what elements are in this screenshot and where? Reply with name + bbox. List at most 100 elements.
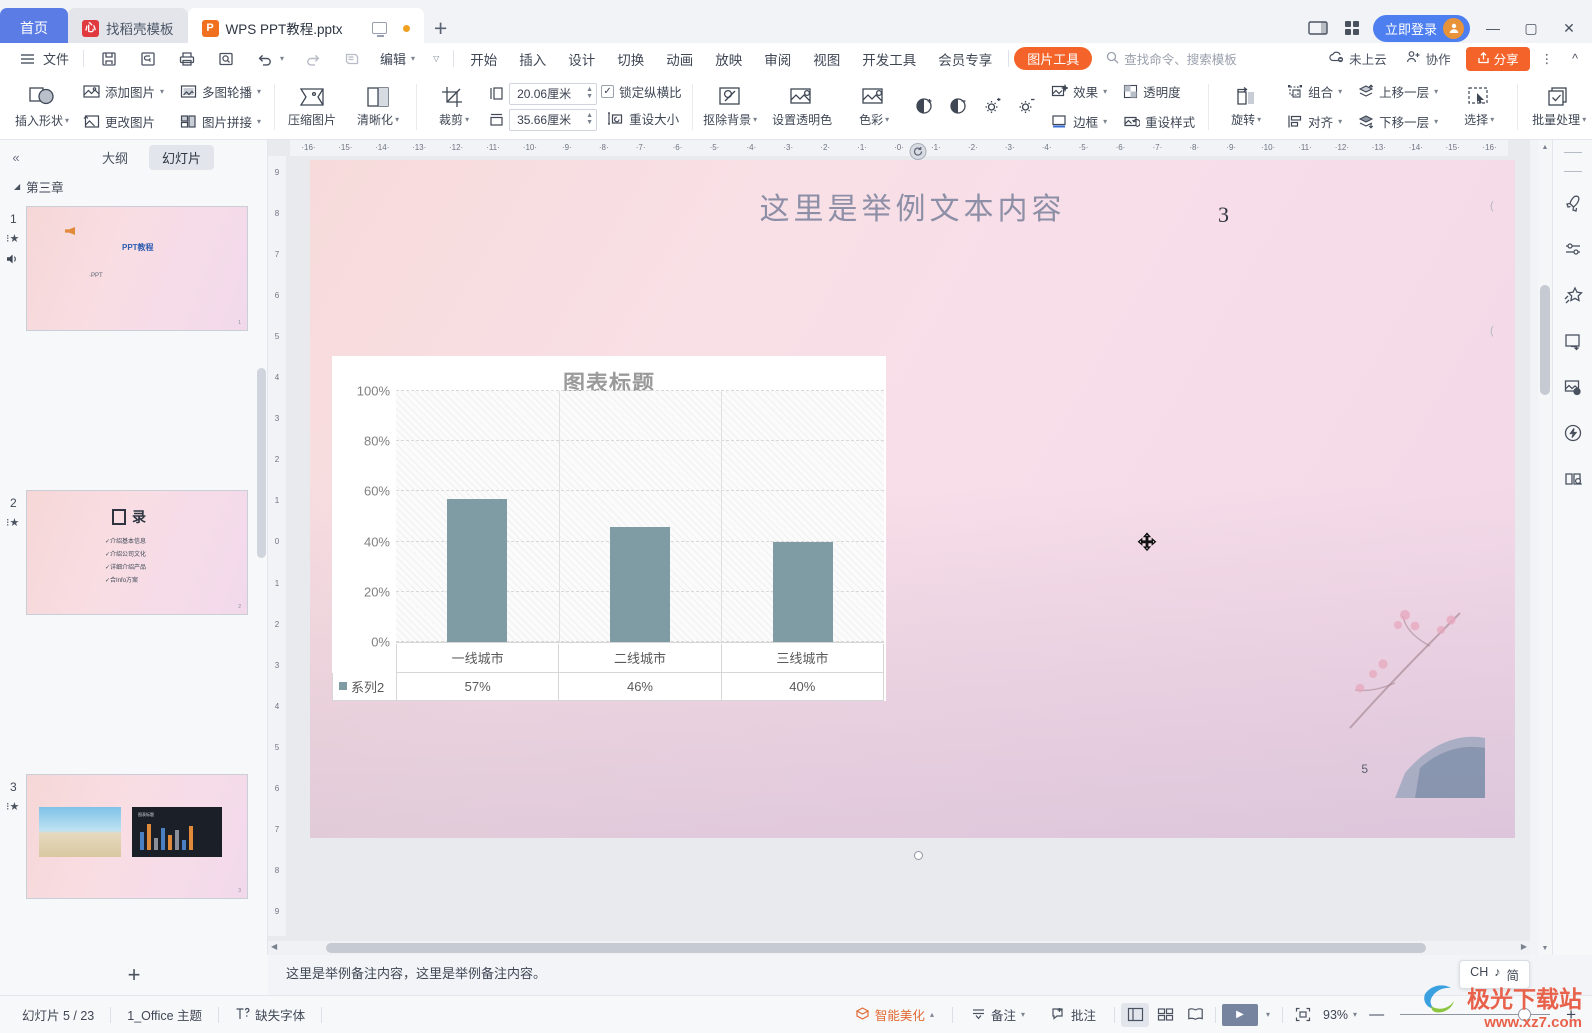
- tab-docer-template[interactable]: 心 找稻壳模板: [68, 8, 188, 48]
- chart-bar[interactable]: [772, 541, 833, 642]
- collapse-ribbon-button[interactable]: ^: [1564, 46, 1586, 71]
- select-button[interactable]: 选择 ▾: [1448, 77, 1510, 137]
- height-input[interactable]: 35.66厘米 ▲ ▼: [509, 108, 598, 131]
- minimize-button[interactable]: —: [1478, 15, 1508, 41]
- border-button[interactable]: 边框 ▾: [1045, 109, 1113, 135]
- login-button[interactable]: 立即登录: [1372, 14, 1470, 42]
- maximize-button[interactable]: ▢: [1516, 15, 1546, 41]
- scroll-up-button[interactable]: ▲: [1538, 140, 1552, 154]
- contrast-increase-button[interactable]: [909, 77, 939, 137]
- replace-icon[interactable]: [1558, 326, 1588, 356]
- width-spinner[interactable]: ▲ ▼: [586, 86, 593, 100]
- editor-horizontal-scrollbar[interactable]: ◀ ▶: [268, 941, 1530, 955]
- smart-beautify-button[interactable]: 智能美化 ▴: [843, 1003, 946, 1027]
- book-search-icon[interactable]: [1558, 464, 1588, 494]
- save-button[interactable]: [89, 46, 128, 72]
- print-preview-button[interactable]: [206, 46, 245, 72]
- undo-button[interactable]: ▾: [245, 46, 293, 72]
- sidebar-drag-handle[interactable]: [1563, 152, 1582, 153]
- ime-indicator[interactable]: CH ♪ 简: [1459, 960, 1530, 989]
- magic-star-icon[interactable]: [1558, 280, 1588, 310]
- height-spinner[interactable]: ▲ ▼: [586, 112, 593, 126]
- ribbon-tab-review[interactable]: 审阅: [753, 47, 802, 71]
- slide-title[interactable]: 这里是举例文本内容: [310, 184, 1515, 228]
- slide-thumbnail[interactable]: 录 ✓介绍基本信息 ✓介绍公司文化 ✓详细介绍产品 ✓合Info方案 2: [26, 490, 248, 615]
- vertical-scroll-thumb[interactable]: [1540, 285, 1550, 395]
- group-button[interactable]: 组合 ▾: [1281, 79, 1348, 105]
- slide-thumbnail-item[interactable]: 1 ⁝★ PPT教程 ·PPT 1: [0, 202, 268, 344]
- remove-background-button[interactable]: 抠除背景 ▾: [699, 77, 761, 137]
- select-handle-bottom[interactable]: [914, 851, 923, 860]
- slide-sorter-view-button[interactable]: [1151, 1003, 1179, 1027]
- lightning-shield-icon[interactable]: [1558, 418, 1588, 448]
- cloud-status-button[interactable]: 未上云: [1321, 46, 1395, 71]
- format-painter-button[interactable]: [332, 46, 371, 72]
- collapse-panel-button[interactable]: «: [4, 145, 28, 169]
- ribbon-tab-insert[interactable]: 插入: [508, 47, 557, 71]
- slide-thumbnail-item[interactable]: 2 ⁝★ 录 ✓介绍基本信息 ✓介绍公司文化 ✓详细介绍产品 ✓合Info方案 2: [0, 486, 268, 628]
- chart-bar[interactable]: [447, 498, 508, 642]
- ribbon-tab-animation[interactable]: 动画: [655, 47, 704, 71]
- ribbon-tab-member[interactable]: 会员专享: [927, 47, 1003, 71]
- change-picture-button[interactable]: 更改图片: [77, 109, 170, 135]
- add-picture-button[interactable]: 添加图片 ▾: [77, 79, 170, 105]
- rotate-handle[interactable]: [909, 143, 927, 178]
- close-button[interactable]: ✕: [1554, 15, 1584, 41]
- settings-sliders-icon[interactable]: [1558, 234, 1588, 264]
- ribbon-tab-transition[interactable]: 切换: [606, 47, 655, 71]
- normal-view-button[interactable]: [1121, 1002, 1149, 1027]
- save-as-button[interactable]: [128, 46, 167, 72]
- print-button[interactable]: [167, 46, 206, 72]
- notes-toggle-button[interactable]: 备注 ▾: [959, 1003, 1037, 1027]
- brightness-increase-button[interactable]: [977, 77, 1007, 137]
- color-button[interactable]: 色彩 ▾: [843, 77, 905, 137]
- missing-font-status[interactable]: 缺失字体: [223, 1003, 317, 1027]
- picture-height-field[interactable]: 35.66厘米 ▲ ▼: [489, 108, 598, 131]
- reset-size-button[interactable]: 重设大小: [601, 105, 685, 131]
- share-button[interactable]: 分享: [1465, 46, 1530, 71]
- tab-outline[interactable]: 大纲: [89, 145, 141, 170]
- carousel-button[interactable]: 多图轮播 ▾: [174, 79, 267, 105]
- thumbnail-scroll-thumb[interactable]: [257, 368, 266, 558]
- fit-to-window-button[interactable]: [1289, 1003, 1317, 1027]
- ribbon-tab-design[interactable]: 设计: [557, 47, 606, 71]
- crop-button[interactable]: 裁剪 ▾: [423, 77, 485, 137]
- zoom-slider-knob[interactable]: [1518, 1008, 1532, 1021]
- active-slide[interactable]: 这里是举例文本内容 3 5 图表标题 0% 20% 40% 60% 80% 100% 一线…: [310, 160, 1515, 838]
- chart-legend-entry[interactable]: 系列2: [332, 672, 396, 701]
- search-input[interactable]: 查找命令、搜索模板: [1106, 49, 1237, 68]
- insert-shape-button[interactable]: 插入形状 ▾: [11, 77, 73, 137]
- tab-home[interactable]: 首页: [0, 8, 68, 48]
- notes-pane[interactable]: 这里是举例备注内容，这里是举例备注内容。: [268, 955, 1592, 995]
- slide-thumbnail[interactable]: 图表标题 3: [26, 774, 248, 899]
- slideshow-options-button[interactable]: ▾: [1260, 1003, 1276, 1027]
- edit-mode-dropdown[interactable]: 编辑 ▾: [371, 46, 424, 72]
- ribbon-tab-slideshow[interactable]: 放映: [704, 47, 753, 71]
- scroll-right-button[interactable]: ▶: [1521, 942, 1527, 951]
- ribbon-tab-start[interactable]: 开始: [459, 47, 508, 71]
- start-slideshow-button[interactable]: ▶: [1222, 1003, 1258, 1026]
- transparency-button[interactable]: 透明度: [1117, 79, 1201, 105]
- sidebar-toggle-icon[interactable]: [1305, 15, 1331, 41]
- tab-wps-ppt-document[interactable]: P WPS PPT教程.pptx: [187, 8, 424, 48]
- width-input[interactable]: 20.06厘米 ▲ ▼: [509, 82, 598, 105]
- slide-thumbnail[interactable]: PPT教程 ·PPT 1: [26, 206, 248, 331]
- zoom-slider[interactable]: [1400, 1008, 1551, 1022]
- add-slide-button[interactable]: +: [0, 955, 268, 995]
- batch-process-button[interactable]: 批量处理 ▾: [1524, 77, 1592, 137]
- ribbon-tab-developer[interactable]: 开发工具: [851, 47, 927, 71]
- comments-button[interactable]: 批注: [1039, 1003, 1108, 1027]
- compress-picture-button[interactable]: 压缩图片: [281, 77, 343, 137]
- chart-bar[interactable]: [610, 526, 670, 642]
- ribbon-tab-view[interactable]: 视图: [802, 47, 851, 71]
- rotate-button[interactable]: 旋转 ▾: [1215, 77, 1277, 137]
- slide-thumbnail-item[interactable]: 3 ⁝★ 图表标题 3: [0, 770, 268, 912]
- theme-status[interactable]: 1_Office 主题: [115, 1003, 214, 1027]
- sharpen-button[interactable]: 清晰化 ▾: [347, 77, 409, 137]
- reset-style-button[interactable]: 重设样式: [1117, 109, 1201, 135]
- set-transparent-color-button[interactable]: 设置透明色: [765, 77, 839, 137]
- more-options-button[interactable]: ⋮: [1533, 46, 1562, 71]
- grid-view-icon[interactable]: [1339, 15, 1365, 41]
- align-button[interactable]: 对齐 ▾: [1281, 109, 1348, 135]
- redo-button[interactable]: [293, 46, 332, 72]
